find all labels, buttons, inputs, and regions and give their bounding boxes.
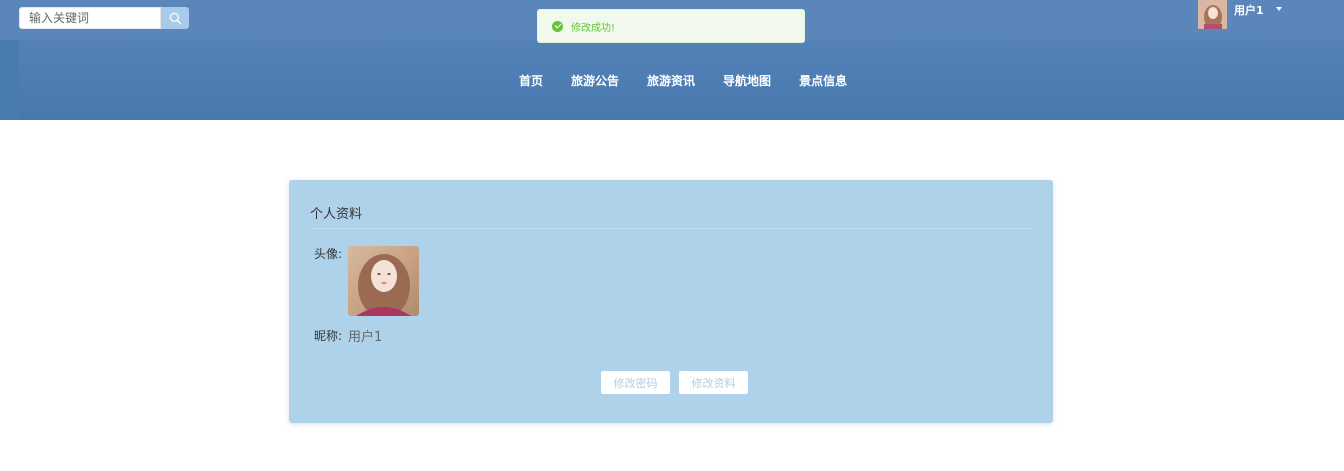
card-divider	[310, 228, 1032, 229]
search-button[interactable]	[161, 7, 189, 29]
search-box[interactable]	[19, 7, 161, 29]
check-circle-icon	[552, 20, 563, 32]
nickname-value: 用户1	[348, 330, 383, 345]
edit-profile-button[interactable]: 修改资料	[679, 371, 748, 394]
caret-down-icon[interactable]	[1275, 7, 1282, 11]
search-input[interactable]	[29, 8, 160, 28]
nav-item-news[interactable]: 旅游资讯	[647, 72, 695, 89]
nav-item-home[interactable]: 首页	[519, 72, 543, 89]
user-avatar[interactable]	[1198, 0, 1227, 29]
profile-avatar	[348, 246, 419, 316]
nav-item-announcements[interactable]: 旅游公告	[571, 72, 619, 89]
main-nav: 首页 旅游公告 旅游资讯 导航地图 景点信息	[519, 72, 875, 89]
card-title: 个人资料	[310, 207, 363, 222]
nav-item-attractions[interactable]: 景点信息	[799, 72, 847, 89]
nav-item-map[interactable]: 导航地图	[723, 72, 771, 89]
toast-message: 修改成功!	[571, 22, 616, 34]
search-icon	[169, 12, 182, 25]
avatar-label: 头像:	[314, 247, 343, 261]
profile-card: 个人资料 头像: 昵称: 用户1 修改密码 修改资料	[289, 180, 1053, 423]
success-toast: 修改成功!	[537, 9, 805, 43]
change-password-button[interactable]: 修改密码	[601, 371, 670, 394]
user-avatar-image	[1198, 0, 1227, 29]
nickname-label: 昵称:	[314, 329, 343, 343]
profile-avatar-image	[348, 246, 419, 316]
user-menu[interactable]: 用户1	[1198, 0, 1282, 30]
user-name[interactable]: 用户1	[1234, 2, 1264, 18]
